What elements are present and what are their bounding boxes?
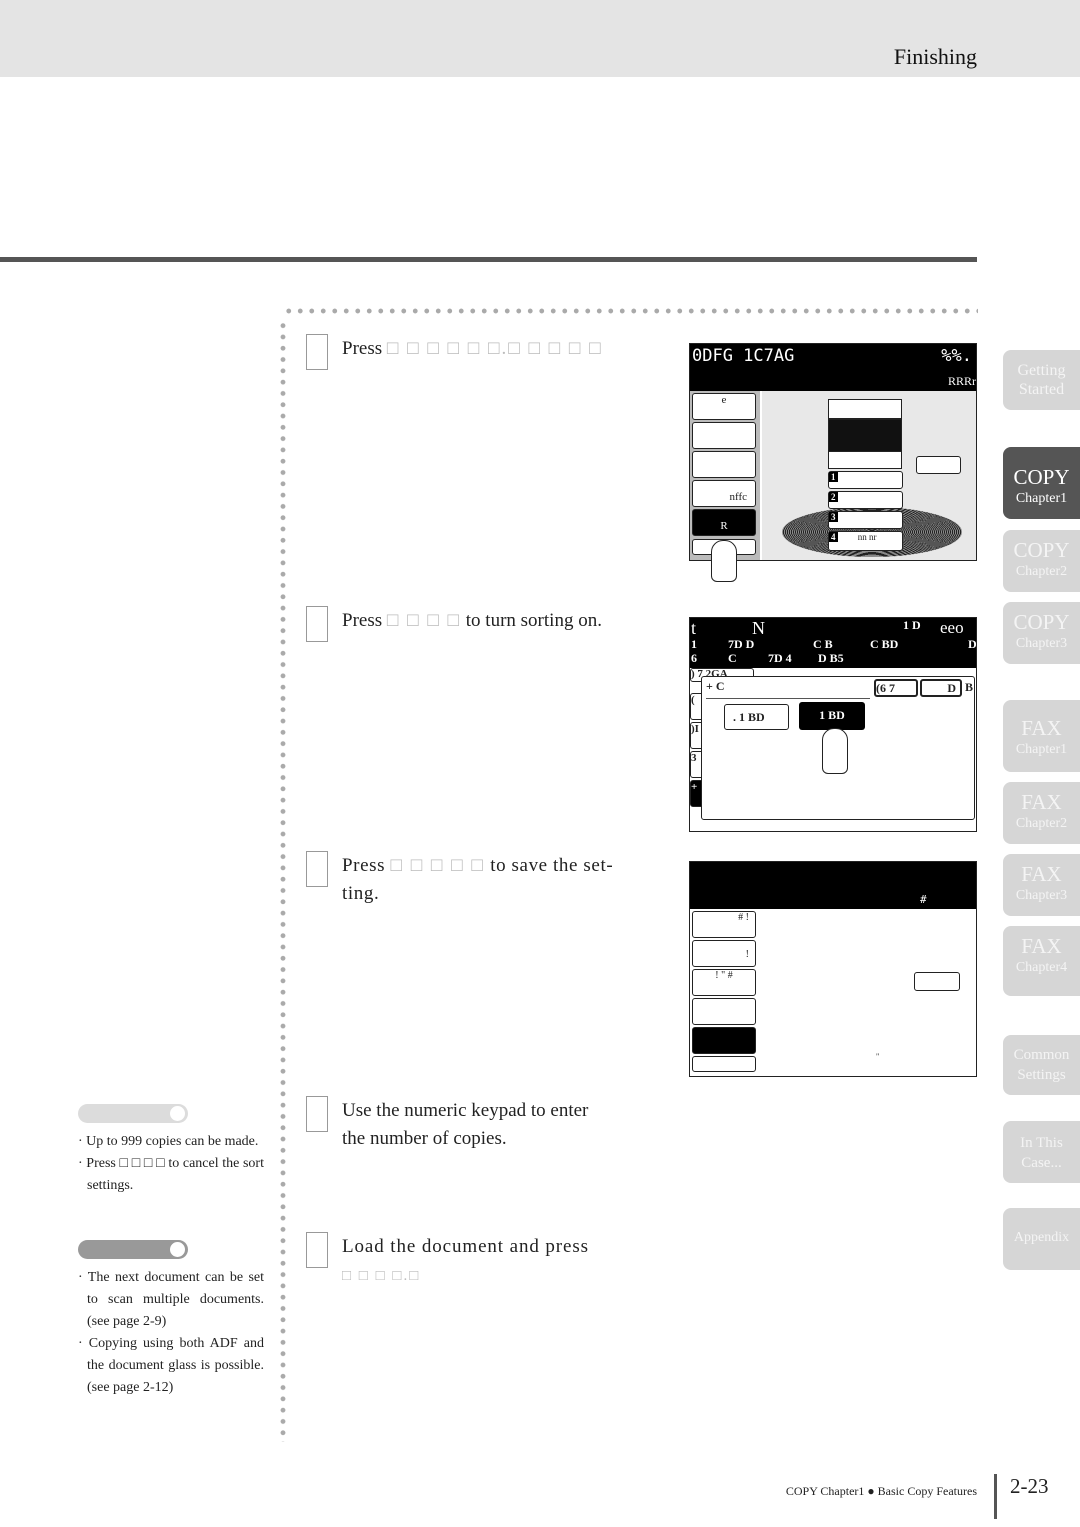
note-2: · The next document can be set to scan m… <box>78 1267 264 1399</box>
scanner-icon <box>828 399 902 419</box>
step-number-2 <box>306 606 328 642</box>
dotted-divider-horizontal <box>283 308 978 314</box>
screen2-r3c: 7D 4 <box>768 651 792 665</box>
screen-finishing-saved: # # ! ! ! " # " <box>689 861 977 1077</box>
screen2-r2e: D <box>968 637 977 651</box>
screen2-r3b: C <box>728 651 737 665</box>
screen1-button-finishing[interactable]: R <box>692 509 756 536</box>
sort-off-button[interactable]: . 1 BD <box>724 704 789 730</box>
dialog-button-2[interactable]: D <box>920 679 962 697</box>
step-2-text: Press □ □ □ □ to turn sorting on. <box>342 610 602 631</box>
step-number-1 <box>306 334 328 370</box>
screen2-title-bar: t N 1 D eeo 1 7D D C B C BD D 6 C 7D 4 D… <box>690 618 976 668</box>
step-3-text: Press □ □ □ □ □ to save the set-ting. <box>342 855 614 904</box>
screen3-button-finishing[interactable] <box>692 1027 756 1054</box>
copier-panel <box>828 451 902 469</box>
page-number: 2-23 <box>1010 1474 1049 1498</box>
pointing-hand-icon <box>822 728 848 774</box>
page-title: Finishing <box>893 44 977 69</box>
tray-2[interactable]: 2 <box>828 491 903 509</box>
screen1-button-3[interactable] <box>692 451 756 478</box>
screen3-mark: " <box>876 1052 880 1061</box>
screen1-button-2[interactable] <box>692 422 756 449</box>
screen3-button-2[interactable]: ! <box>692 940 756 967</box>
tab-in-this-case[interactable]: In This Case... <box>1003 1121 1080 1183</box>
tab-copy-chapter1[interactable]: COPY Chapter1 <box>1003 447 1080 519</box>
step-number-3 <box>306 851 328 887</box>
dotted-divider-vertical <box>280 320 286 1442</box>
screen-copy-main: 0DFG 1C7AG %%. RRRr e nffc R 1 2 3 4 nn … <box>689 343 977 561</box>
screen3-title-bar: # <box>690 862 976 909</box>
screen-sort-setting: t N 1 D eeo 1 7D D C B C BD D 6 C 7D 4 D… <box>689 617 977 832</box>
screen1-status: %%. <box>941 346 972 366</box>
tab-getting-started[interactable]: Getting Started <box>1003 350 1080 410</box>
note-1-item: · Up to 999 copies can be made. <box>78 1134 259 1149</box>
tab-fax-chapter1[interactable]: FAX Chapter1 <box>1003 700 1080 772</box>
screen1-title: 0DFG 1C7AG <box>692 346 795 366</box>
note-1: · Up to 999 copies can be made. · Press … <box>78 1131 264 1197</box>
tab-copy-chapter2[interactable]: COPY Chapter2 <box>1003 530 1080 592</box>
sort-on-button[interactable]: 1 BD <box>799 702 865 730</box>
screen2-r3d: D B5 <box>818 651 844 665</box>
step-5-text: Load the document and press □ □ □ □.□ <box>342 1236 589 1284</box>
tab-common-settings[interactable]: Common Settings <box>1003 1035 1080 1095</box>
note-header-pill <box>78 1104 188 1123</box>
step-1-text: Press □ □ □ □ □ □.□ □ □ □ □ <box>342 338 603 359</box>
screen2-r2a: 1 <box>691 637 697 651</box>
screen3-button-1[interactable]: # ! <box>692 911 756 938</box>
screen1-sub: RRRr <box>947 374 976 388</box>
screen3-small-button[interactable] <box>914 972 960 991</box>
note-1-item: · Press □ □ □ □ to cancel the sort setti… <box>78 1156 264 1193</box>
screen2-t: t <box>691 618 697 638</box>
section-rule <box>0 257 977 262</box>
screen2-n: N <box>752 618 765 638</box>
tab-fax-chapter2[interactable]: FAX Chapter2 <box>1003 782 1080 844</box>
tray-3[interactable]: 3 <box>828 511 903 529</box>
tray-4[interactable]: 4 nn nr <box>828 531 903 551</box>
dialog-right-label: B <box>965 680 974 694</box>
tab-fax-chapter3[interactable]: FAX Chapter3 <box>1003 854 1080 916</box>
tab-copy-chapter3[interactable]: COPY Chapter3 <box>1003 602 1080 664</box>
screen1-button-4[interactable]: nffc <box>692 480 756 507</box>
tab-fax-chapter4[interactable]: FAX Chapter4 <box>1003 926 1080 996</box>
screen3-top-mark: # <box>920 893 927 906</box>
screen2-r2c: C B <box>813 637 833 651</box>
screen1-title-bar: 0DFG 1C7AG %%. RRRr <box>690 344 976 391</box>
sort-dialog-title: + C <box>706 679 870 699</box>
step-number-4 <box>306 1096 328 1132</box>
note-2-item: · Copying using both ADF and the documen… <box>78 1336 264 1395</box>
screen3-button-4[interactable] <box>692 998 756 1025</box>
tray-1[interactable]: 1 <box>828 471 903 489</box>
screen1-menu: e nffc R <box>690 391 760 560</box>
screen2-r2b: 7D D <box>728 637 755 651</box>
screen3-button-3[interactable]: ! " # <box>692 969 756 996</box>
screen2-r1c: 1 D <box>903 618 921 632</box>
screen2-r3a: 6 <box>691 651 697 665</box>
step-number-5 <box>306 1232 328 1268</box>
copier-illustration: 1 2 3 4 nn nr <box>762 391 976 560</box>
pointing-hand-icon <box>711 540 737 582</box>
tab-appendix[interactable]: Appendix <box>1003 1208 1080 1270</box>
footer-divider <box>994 1474 997 1519</box>
note-2-item: · The next document can be set to scan m… <box>78 1270 264 1329</box>
bypass-button[interactable] <box>916 456 961 474</box>
footer-breadcrumb: COPY Chapter1 ● Basic Copy Features <box>785 1484 977 1498</box>
screen2-r1d: eeo <box>940 618 964 637</box>
step-4-text: Use the numeric keypad to enter the numbe… <box>342 1100 589 1149</box>
screen2-r2d: C BD <box>870 637 899 651</box>
dialog-button-1[interactable]: (6 7 <box>874 679 918 697</box>
screen3-button-6[interactable] <box>692 1056 756 1072</box>
important-header-pill <box>78 1240 188 1259</box>
screen1-button-1[interactable]: e <box>692 393 756 420</box>
